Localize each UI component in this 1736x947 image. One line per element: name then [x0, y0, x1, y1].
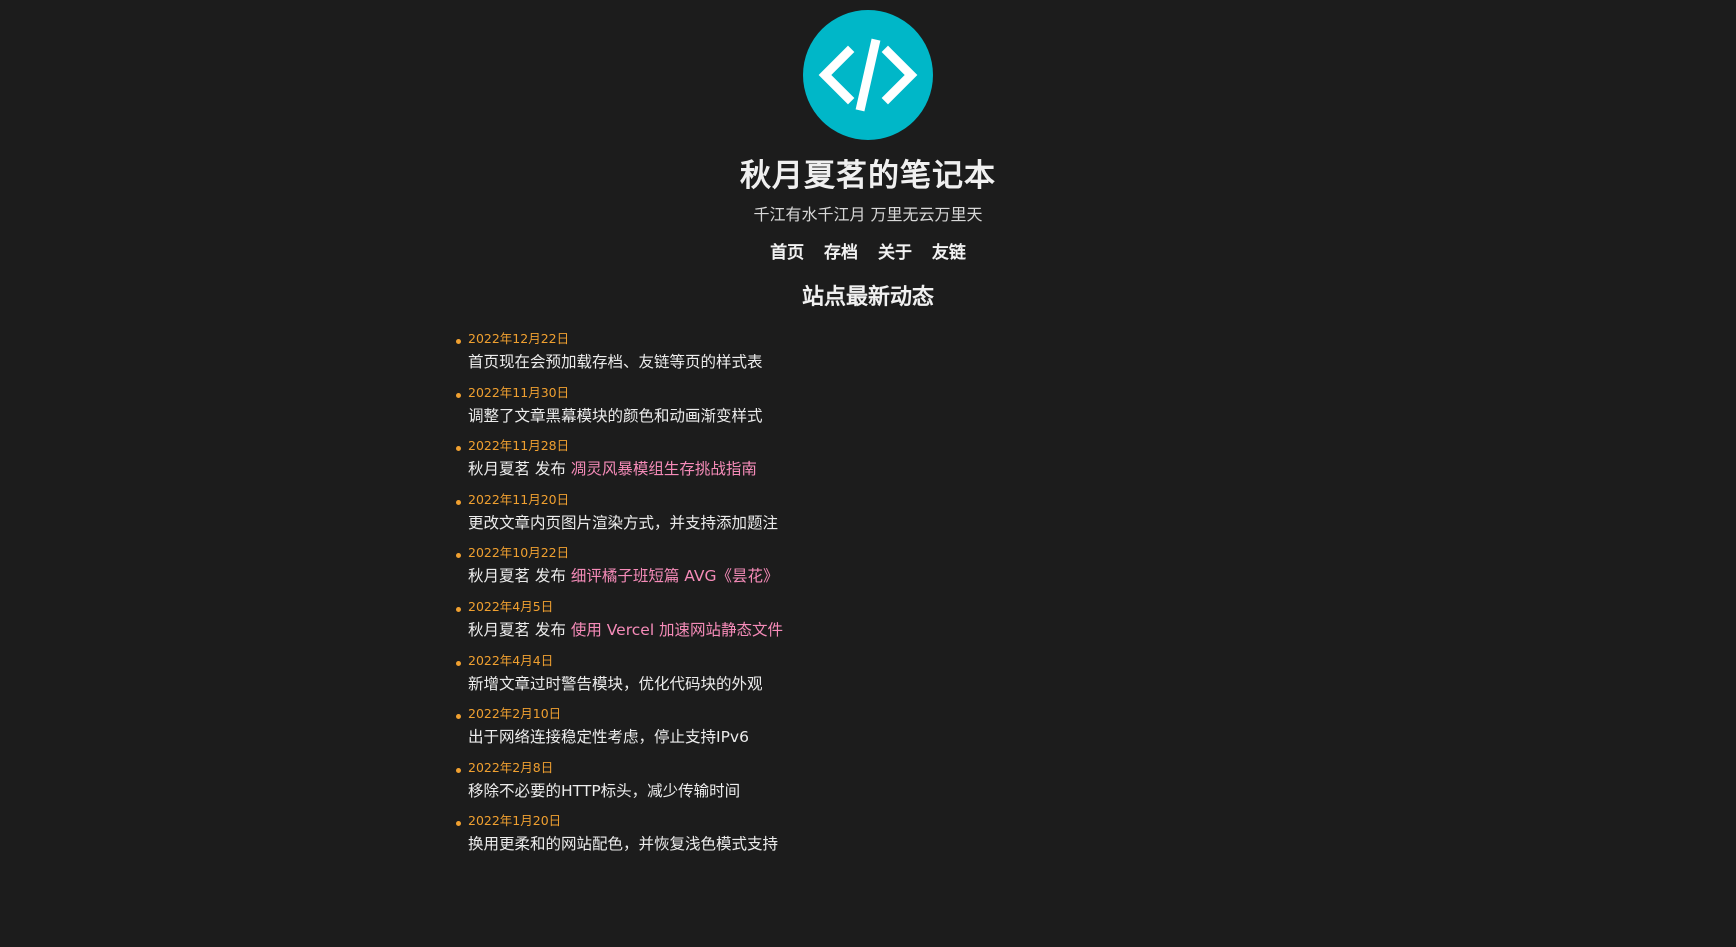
update-text: 秋月夏茗 发布 细评橘子班短篇 AVG《昙花》 [468, 565, 1356, 587]
bullet-icon [456, 339, 461, 344]
update-text: 调整了文章黑幕模块的颜色和动画渐变样式 [468, 405, 1356, 427]
list-item: 2022年4月4日 新增文章过时警告模块，优化代码块的外观 [456, 652, 1356, 706]
update-text-body: 新增文章过时警告模块，优化代码块的外观 [468, 674, 763, 693]
list-item: 2022年11月30日 调整了文章黑幕模块的颜色和动画渐变样式 [456, 384, 1356, 438]
list-item: 2022年10月22日 秋月夏茗 发布 细评橘子班短篇 AVG《昙花》 [456, 544, 1356, 598]
update-date: 2022年12月22日 [468, 331, 570, 346]
bullet-icon [456, 821, 461, 827]
update-date: 2022年4月5日 [468, 598, 554, 614]
nav-item-archive[interactable]: 存档 [824, 243, 858, 263]
nav-item-links[interactable]: 友链 [932, 243, 966, 263]
site-logo[interactable] [803, 10, 933, 140]
main-nav: 首页 存档 关于 友链 [0, 238, 1736, 263]
update-text: 更改文章内页图片渲染方式，并支持添加题注 [468, 512, 1356, 534]
bullet-icon [456, 553, 461, 559]
page: 秋月夏茗的笔记本 千江有水千江月 万里无云万里天 首页 存档 关于 友链 站点最… [0, 0, 1736, 947]
post-link[interactable]: 凋灵风暴模组生存挑战指南 [571, 460, 757, 478]
update-text-body: 移除不必要的HTTP标头，减少传输时间 [468, 781, 741, 800]
list-item: 2022年12月22日 首页现在会预加载存档、友链等页的样式表 [456, 330, 1356, 384]
update-text: 首页现在会预加载存档、友链等页的样式表 [468, 351, 1356, 373]
update-date: 2022年4月4日 [468, 652, 554, 668]
update-text-body: 换用更柔和的网站配色，并恢复浅色模式支持 [468, 835, 779, 854]
bullet-icon [456, 714, 461, 720]
update-text: 换用更柔和的网站配色，并恢复浅色模式支持 [468, 833, 1356, 855]
update-text: 秋月夏茗 发布 凋灵风暴模组生存挑战指南 [468, 458, 1356, 480]
bullet-icon [456, 660, 461, 666]
updates-list: 2022年12月22日 首页现在会预加载存档、友链等页的样式表 2022年11月… [456, 330, 1356, 866]
update-text-body: 首页现在会预加载存档、友链等页的样式表 [468, 353, 763, 371]
site-title: 秋月夏茗的笔记本 [740, 158, 996, 194]
nav-item-home[interactable]: 首页 [770, 243, 804, 263]
list-item: 2022年1月20日 换用更柔和的网站配色，并恢复浅色模式支持 [456, 812, 1356, 866]
update-date: 2022年11月28日 [468, 438, 570, 454]
list-item: 2022年11月20日 更改文章内页图片渲染方式，并支持添加题注 [456, 491, 1356, 545]
update-date: 2022年11月30日 [468, 384, 570, 400]
update-date: 2022年2月10日 [468, 706, 562, 722]
bullet-icon [456, 767, 461, 773]
list-item: 2022年11月28日 秋月夏茗 发布 凋灵风暴模组生存挑战指南 [456, 437, 1356, 491]
update-text-body: 秋月夏茗 发布 [468, 567, 571, 586]
update-date: 2022年1月20日 [468, 813, 562, 829]
update-date: 2022年10月22日 [468, 545, 570, 561]
bullet-icon [456, 392, 461, 398]
update-text-body: 出于网络连接稳定性考虑，停止支持IPv6 [468, 728, 749, 747]
update-date: 2022年2月8日 [468, 759, 554, 775]
site-subtitle: 千江有水千江月 万里无云万里天 [753, 205, 983, 224]
update-text-body: 秋月夏茗 发布 [468, 620, 571, 639]
list-item: 2022年2月10日 出于网络连接稳定性考虑，停止支持IPv6 [456, 705, 1356, 759]
update-text-body: 调整了文章黑幕模块的颜色和动画渐变样式 [468, 406, 763, 425]
update-text: 秋月夏茗 发布 使用 Vercel 加速网站静态文件 [468, 619, 1356, 641]
update-text: 出于网络连接稳定性考虑，停止支持IPv6 [468, 726, 1356, 748]
code-brackets-icon [818, 38, 918, 112]
nav-item-about[interactable]: 关于 [878, 243, 912, 263]
update-text: 新增文章过时警告模块，优化代码块的外观 [468, 673, 1356, 695]
bullet-icon [456, 606, 461, 612]
list-item: 2022年4月5日 秋月夏茗 发布 使用 Vercel 加速网站静态文件 [456, 598, 1356, 652]
bullet-icon [456, 499, 461, 505]
update-text-body: 秋月夏茗 发布 [468, 460, 571, 479]
update-date: 2022年11月20日 [468, 491, 570, 507]
update-text-body: 更改文章内页图片渲染方式，并支持添加题注 [468, 513, 779, 532]
post-link[interactable]: 使用 Vercel 加速网站静态文件 [571, 621, 783, 639]
list-item: 2022年2月8日 移除不必要的HTTP标头，减少传输时间 [456, 759, 1356, 813]
post-link[interactable]: 细评橘子班短篇 AVG《昙花》 [571, 567, 779, 585]
update-text: 移除不必要的HTTP标头，减少传输时间 [468, 780, 1356, 802]
bullet-icon [456, 446, 461, 452]
updates-section-title: 站点最新动态 [801, 285, 934, 310]
